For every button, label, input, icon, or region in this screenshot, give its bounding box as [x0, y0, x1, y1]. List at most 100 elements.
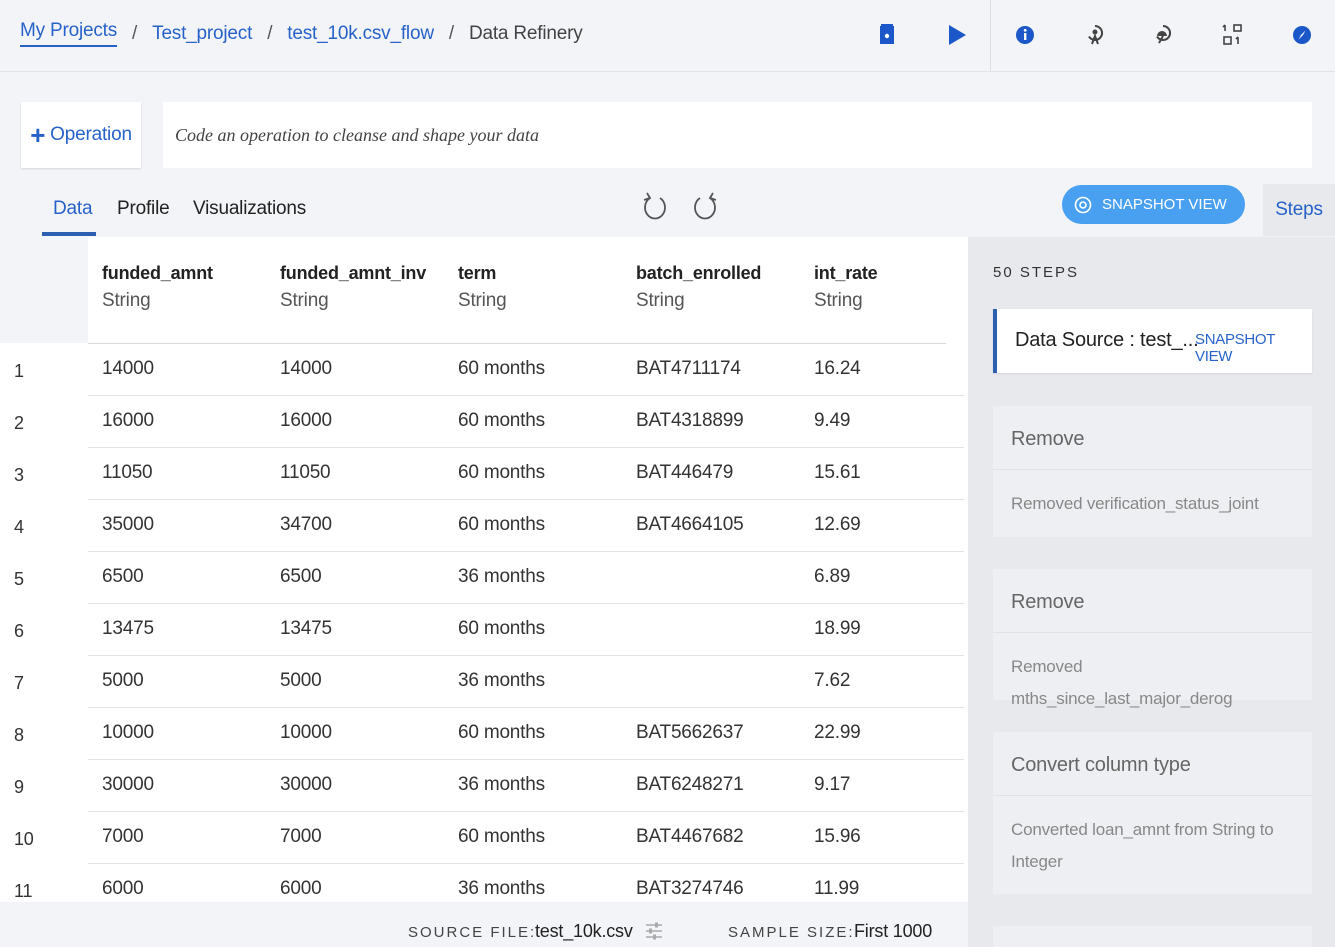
table-row[interactable]: 11 6000 6000 36 months BAT3274746 11.99: [0, 864, 968, 902]
table-cell[interactable]: BAT4467682: [636, 826, 744, 848]
run-icon[interactable]: [940, 18, 974, 52]
tab-steps[interactable]: Steps: [1263, 184, 1335, 236]
step-card[interactable]: Convert column type Converted loan_amnt …: [993, 732, 1312, 894]
table-cell[interactable]: BAT446479: [636, 462, 733, 484]
table-cell[interactable]: 60 months: [458, 462, 545, 484]
step-card[interactable]: [993, 926, 1312, 947]
table-cell[interactable]: 60 months: [458, 410, 545, 432]
table-cell[interactable]: BAT3274746: [636, 878, 744, 900]
table-cell[interactable]: 13475: [102, 618, 154, 640]
table-cell[interactable]: 18.99: [814, 618, 861, 640]
table-row[interactable]: 1 14000 14000 60 months BAT4711174 16.24: [0, 344, 968, 396]
column-header-funded-amnt[interactable]: funded_amnt String: [102, 263, 213, 312]
table-cell[interactable]: 60 months: [458, 358, 545, 380]
data-source-snapshot-link[interactable]: SNAPSHOT VIEW: [1195, 331, 1312, 365]
adjust-icon[interactable]: [644, 920, 664, 942]
table-cell[interactable]: BAT4318899: [636, 410, 744, 432]
table-cell[interactable]: 35000: [102, 514, 154, 536]
apps-icon[interactable]: [1216, 18, 1250, 52]
table-cell[interactable]: 11050: [102, 462, 153, 484]
table-cell[interactable]: BAT4711174: [636, 358, 741, 380]
save-job-icon[interactable]: [870, 18, 904, 52]
row-number: 3: [14, 465, 24, 485]
table-cell[interactable]: 6000: [280, 878, 322, 900]
row-number: 7: [14, 673, 24, 693]
table-row[interactable]: 6 13475 13475 60 months 18.99: [0, 604, 968, 656]
table-cell[interactable]: 14000: [102, 358, 154, 380]
table-cell[interactable]: 60 months: [458, 514, 545, 536]
table-cell[interactable]: 11.99: [814, 878, 859, 900]
step-card[interactable]: Remove Removed verification_status_joint: [993, 406, 1312, 537]
table-cell[interactable]: 6500: [102, 566, 144, 588]
code-operation-input[interactable]: [163, 102, 1312, 168]
collaborators-icon[interactable]: [1078, 18, 1112, 52]
redo-icon[interactable]: [689, 190, 721, 226]
info-icon[interactable]: [1008, 18, 1042, 52]
table-cell[interactable]: 34700: [280, 514, 332, 536]
table-cell[interactable]: 60 months: [458, 826, 545, 848]
breadcrumb-flow[interactable]: test_10k.csv_flow: [287, 23, 434, 45]
table-cell[interactable]: BAT6248271: [636, 774, 744, 796]
table-cell[interactable]: 5000: [102, 670, 144, 692]
table-cell[interactable]: 6.89: [814, 566, 850, 588]
table-row[interactable]: 10 7000 7000 60 months BAT4467682 15.96: [0, 812, 968, 864]
table-cell[interactable]: 6500: [280, 566, 322, 588]
table-footer: SOURCE FILE: test_10k.csv SAMPLE SIZE: F…: [0, 902, 968, 947]
table-cell[interactable]: 60 months: [458, 618, 545, 640]
tab-data[interactable]: Data: [53, 198, 93, 220]
table-cell[interactable]: 7000: [280, 826, 322, 848]
table-cell[interactable]: 36 months: [458, 566, 545, 588]
table-cell[interactable]: 36 months: [458, 670, 545, 692]
table-cell[interactable]: 16000: [102, 410, 154, 432]
table-row[interactable]: 2 16000 16000 60 months BAT4318899 9.49: [0, 396, 968, 448]
step-card[interactable]: Remove Removed mths_since_last_major_der…: [993, 569, 1312, 708]
table-row[interactable]: 4 35000 34700 60 months BAT4664105 12.69: [0, 500, 968, 552]
table-cell[interactable]: 16.24: [814, 358, 861, 380]
table-cell[interactable]: 7.62: [814, 670, 850, 692]
column-header-funded-amnt-inv[interactable]: funded_amnt_inv String: [280, 263, 426, 312]
table-cell[interactable]: 36 months: [458, 878, 545, 900]
table-cell[interactable]: 7000: [102, 826, 144, 848]
step-data-source[interactable]: Data Source : test_... SNAPSHOT VIEW: [993, 309, 1312, 373]
table-cell[interactable]: 5000: [280, 670, 322, 692]
tab-profile[interactable]: Profile: [117, 198, 170, 220]
tab-visualizations[interactable]: Visualizations: [193, 198, 306, 220]
community-icon[interactable]: [1146, 18, 1180, 52]
column-type: String: [102, 290, 151, 311]
table-cell[interactable]: 14000: [280, 358, 332, 380]
table-row[interactable]: 3 11050 11050 60 months BAT446479 15.61: [0, 448, 968, 500]
table-cell[interactable]: 15.61: [814, 462, 861, 484]
table-row[interactable]: 9 30000 30000 36 months BAT6248271 9.17: [0, 760, 968, 812]
add-operation-button[interactable]: + Operation: [21, 102, 141, 168]
table-cell[interactable]: 9.49: [814, 410, 850, 432]
table-cell[interactable]: BAT5662637: [636, 722, 744, 744]
table-cell[interactable]: 60 months: [458, 722, 545, 744]
table-cell[interactable]: 30000: [102, 774, 154, 796]
breadcrumb-test-project[interactable]: Test_project: [152, 23, 252, 45]
table-cell[interactable]: 30000: [280, 774, 332, 796]
table-cell[interactable]: BAT4664105: [636, 514, 744, 536]
table-row[interactable]: 5 6500 6500 36 months 6.89: [0, 552, 968, 604]
table-cell[interactable]: 15.96: [814, 826, 861, 848]
column-header-term[interactable]: term String: [458, 263, 507, 312]
table-cell[interactable]: 10000: [102, 722, 154, 744]
table-cell[interactable]: 10000: [280, 722, 332, 744]
table-cell[interactable]: 16000: [280, 410, 332, 432]
snapshot-view-button[interactable]: SNAPSHOT VIEW: [1062, 185, 1245, 224]
table-cell[interactable]: 36 months: [458, 774, 545, 796]
compass-icon[interactable]: [1285, 18, 1319, 52]
table-row[interactable]: 8 10000 10000 60 months BAT5662637 22.99: [0, 708, 968, 760]
table-cell[interactable]: 11050: [280, 462, 331, 484]
table-cell[interactable]: 12.69: [814, 514, 861, 536]
column-header-batch-enrolled[interactable]: batch_enrolled String: [636, 263, 761, 312]
table-cell[interactable]: 6000: [102, 878, 144, 900]
table-row[interactable]: 7 5000 5000 36 months 7.62: [0, 656, 968, 708]
table-cell[interactable]: 9.17: [814, 774, 850, 796]
breadcrumb: My Projects / Test_project / test_10k.cs…: [20, 20, 583, 47]
table-cell[interactable]: 22.99: [814, 722, 861, 744]
breadcrumb-my-projects[interactable]: My Projects: [20, 20, 117, 47]
step-description: Converted loan_amnt from String to Integ…: [1011, 820, 1274, 871]
table-cell[interactable]: 13475: [280, 618, 332, 640]
undo-icon[interactable]: [639, 190, 671, 226]
column-header-int-rate[interactable]: int_rate String: [814, 263, 878, 312]
